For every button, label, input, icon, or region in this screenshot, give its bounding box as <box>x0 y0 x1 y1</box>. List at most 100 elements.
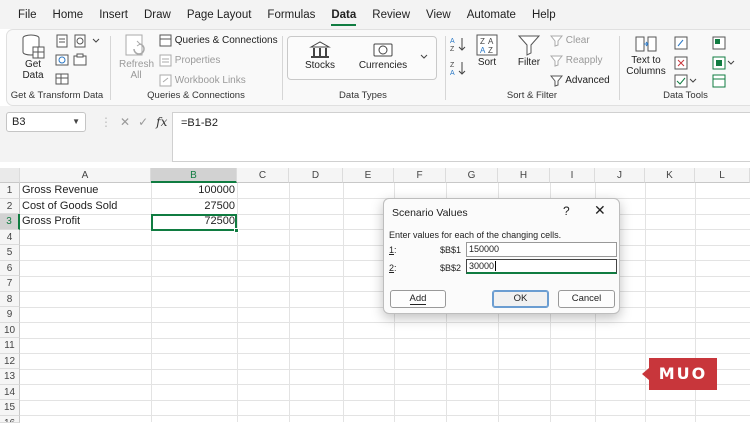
name-box[interactable]: B3 ▼ <box>6 112 86 132</box>
get-data-label-1: Get <box>24 59 42 70</box>
scenario-value-input-1[interactable]: 150000 <box>466 242 617 257</box>
workbook-links-button[interactable]: Workbook Links <box>159 74 246 87</box>
column-header-c[interactable]: C <box>237 168 289 183</box>
svg-text:A: A <box>450 70 455 76</box>
fill-handle[interactable] <box>234 228 239 233</box>
menu-file[interactable]: File <box>10 0 45 29</box>
consolidate-icon[interactable] <box>712 36 726 53</box>
svg-text:A: A <box>480 46 486 55</box>
text-to-columns-icon <box>635 36 657 52</box>
sort-button[interactable]: ZAAZ Sort <box>474 33 500 68</box>
flash-fill-icon[interactable] <box>674 36 688 53</box>
cell-b1[interactable]: 100000 <box>151 183 237 199</box>
menu-home[interactable]: Home <box>45 0 92 29</box>
row-header[interactable]: 4 <box>0 229 20 245</box>
ok-button[interactable]: OK <box>492 290 549 308</box>
menu-formulas[interactable]: Formulas <box>259 0 323 29</box>
row-header[interactable]: 12 <box>0 353 20 369</box>
get-data-button[interactable]: Get Data <box>17 33 49 81</box>
menu-insert[interactable]: Insert <box>91 0 136 29</box>
chevron-down-icon[interactable] <box>91 34 101 51</box>
column-header-a[interactable]: A <box>20 168 151 183</box>
dialog-instruction: Enter values for each of the changing ce… <box>389 230 562 240</box>
cell-a1[interactable]: Gross Revenue <box>20 183 151 199</box>
text-to-columns-button[interactable]: Text to Columns <box>626 33 666 77</box>
relationships-icon[interactable] <box>712 56 736 73</box>
from-text-icon[interactable] <box>55 34 69 51</box>
filter-button[interactable]: Filter <box>516 33 542 68</box>
scenario-value-input-2[interactable]: 30000 <box>466 259 617 274</box>
column-header-h[interactable]: H <box>498 168 550 183</box>
gridline <box>289 183 290 422</box>
row-header[interactable]: 6 <box>0 260 20 276</box>
remove-duplicates-icon[interactable] <box>674 56 688 73</box>
refresh-all-button[interactable]: Refresh All <box>119 33 155 81</box>
advanced-button[interactable]: Advanced <box>550 74 610 87</box>
column-header-k[interactable]: K <box>645 168 695 183</box>
enter-icon[interactable]: ✓ <box>138 115 148 129</box>
gallery-expand-icon[interactable] <box>419 50 429 67</box>
column-header-i[interactable]: I <box>550 168 595 183</box>
svg-text:Z: Z <box>488 46 493 55</box>
column-header-j[interactable]: J <box>595 168 645 183</box>
column-header-d[interactable]: D <box>289 168 343 183</box>
clear-button[interactable]: Clear <box>550 34 590 47</box>
column-header-l[interactable]: L <box>695 168 750 183</box>
row-header[interactable]: 2 <box>0 198 20 214</box>
sort-ascending-icon[interactable]: AZ <box>450 36 466 55</box>
worksheet-grid[interactable]: A B C D E F G H I J K L 1 2 3 4 5 6 7 8 … <box>0 168 750 423</box>
column-header-g[interactable]: G <box>446 168 498 183</box>
row-header[interactable]: 5 <box>0 245 20 261</box>
refresh-label-1: Refresh <box>119 59 155 70</box>
insert-function-button[interactable]: fx <box>156 115 167 129</box>
help-button[interactable]: ? <box>563 204 570 218</box>
cell-a3[interactable]: Gross Profit <box>20 214 151 230</box>
row-header[interactable]: 1 <box>0 183 20 199</box>
menu-data[interactable]: Data <box>323 0 364 29</box>
data-validation-icon[interactable] <box>674 74 698 91</box>
svg-text:A: A <box>488 37 494 46</box>
row-header[interactable]: 11 <box>0 338 20 354</box>
sort-descending-icon[interactable]: ZA <box>450 60 466 79</box>
currencies-button[interactable]: Currencies <box>358 40 408 71</box>
row-header[interactable]: 8 <box>0 291 20 307</box>
add-button[interactable]: Add <box>390 290 446 308</box>
row-header[interactable]: 16 <box>0 415 20 423</box>
cancel-button[interactable]: Cancel <box>558 290 615 308</box>
column-header-f[interactable]: F <box>394 168 446 183</box>
row-header[interactable]: 13 <box>0 369 20 385</box>
cell-b2[interactable]: 27500 <box>151 199 237 215</box>
queries-connections-button[interactable]: Queries & Connections <box>159 34 278 47</box>
row-header[interactable]: 9 <box>0 307 20 323</box>
from-web-icon[interactable] <box>55 53 69 70</box>
cancel-icon[interactable]: ✕ <box>120 115 130 129</box>
column-header-b[interactable]: B <box>151 168 237 183</box>
data-model-icon[interactable] <box>712 74 726 91</box>
stocks-button[interactable]: Stocks <box>302 40 338 71</box>
properties-button[interactable]: Properties <box>159 54 220 67</box>
menu-page-layout[interactable]: Page Layout <box>179 0 260 29</box>
existing-connections-icon[interactable] <box>73 53 87 70</box>
reapply-button[interactable]: Reapply <box>550 54 602 67</box>
row-header[interactable]: 15 <box>0 400 20 416</box>
group-label-data-types: Data Types <box>339 90 387 101</box>
recent-sources-icon[interactable] <box>73 34 87 51</box>
chevron-down-icon[interactable]: ▼ <box>72 113 80 131</box>
menu-view[interactable]: View <box>418 0 459 29</box>
field-2-label: 2: <box>389 263 397 273</box>
menu-help[interactable]: Help <box>524 0 564 29</box>
from-table-icon[interactable] <box>55 72 69 89</box>
get-data-label-2: Data <box>22 70 44 81</box>
row-header[interactable]: 7 <box>0 276 20 292</box>
row-header[interactable]: 14 <box>0 384 20 400</box>
menu-review[interactable]: Review <box>364 0 418 29</box>
cell-a2[interactable]: Cost of Goods Sold <box>20 199 151 215</box>
column-header-e[interactable]: E <box>343 168 394 183</box>
menu-automate[interactable]: Automate <box>459 0 524 29</box>
menu-draw[interactable]: Draw <box>136 0 179 29</box>
row-header[interactable]: 10 <box>0 322 20 338</box>
close-icon[interactable]: ✕ <box>594 202 606 219</box>
formula-input[interactable]: =B1-B2 <box>172 112 750 162</box>
select-all-corner[interactable] <box>0 168 20 183</box>
row-header[interactable]: 3 <box>0 214 20 230</box>
